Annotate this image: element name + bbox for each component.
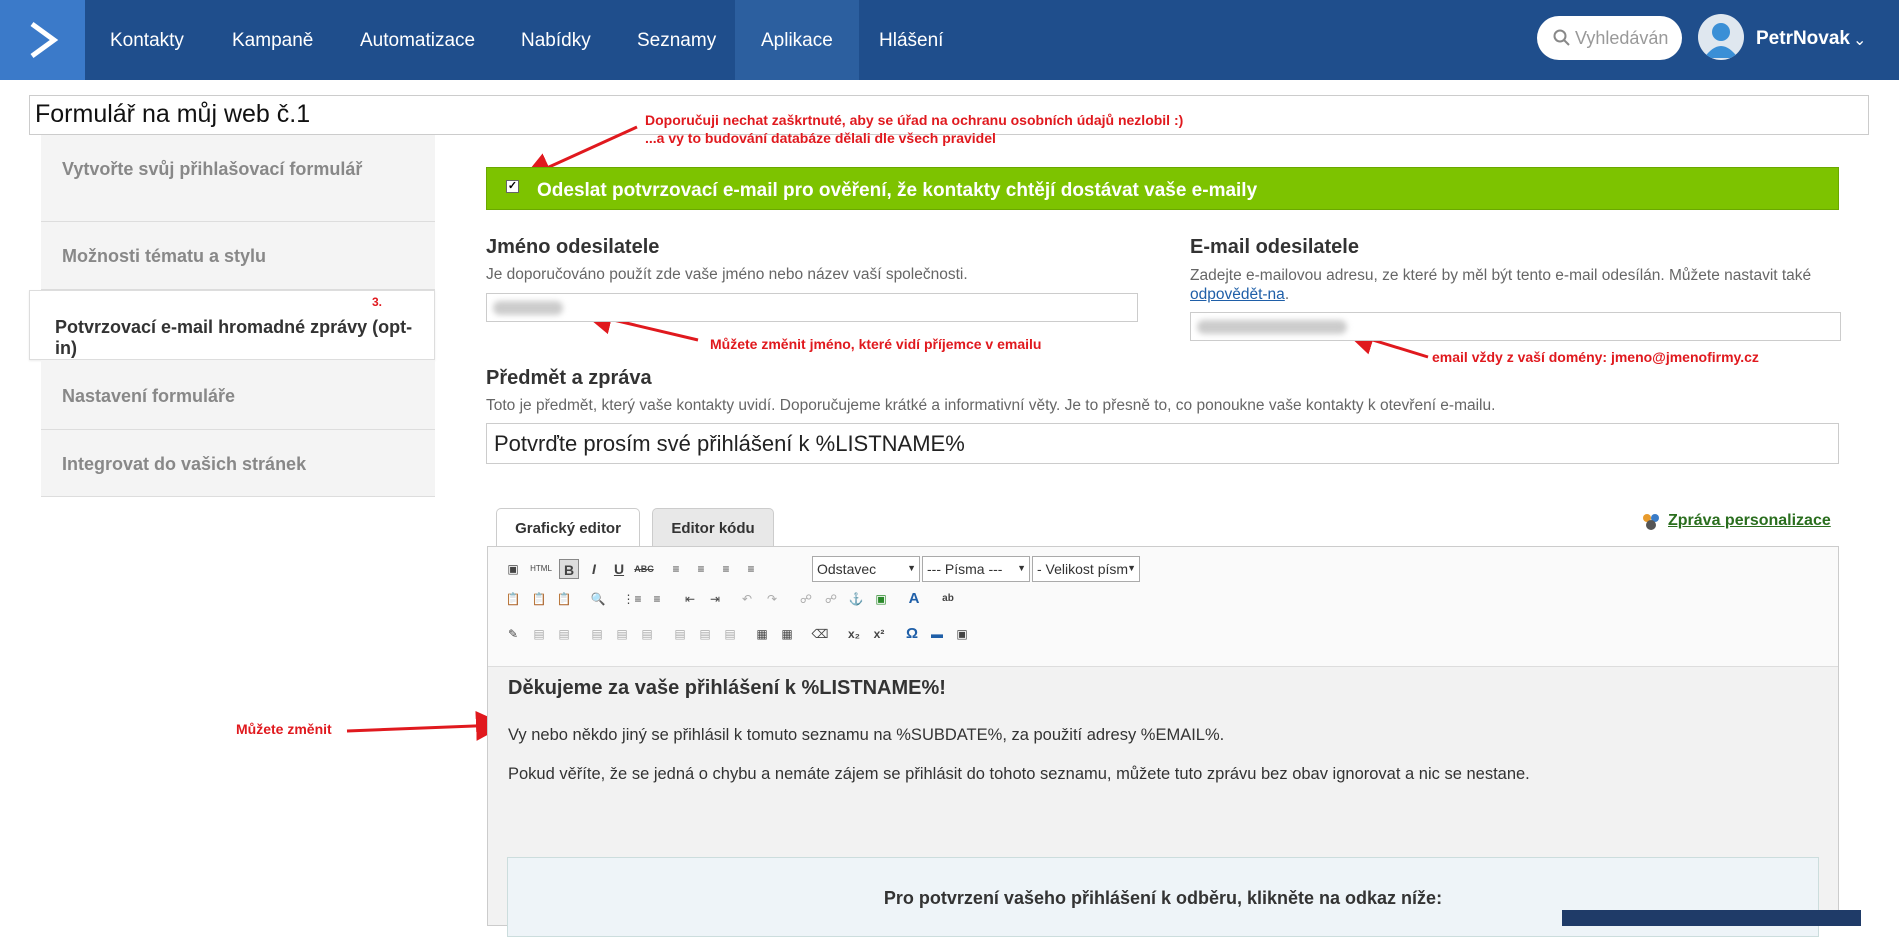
tab-code-editor[interactable]: Editor kódu xyxy=(652,508,774,547)
optin-checkbox[interactable]: ✓ xyxy=(506,180,519,193)
edit-css-icon[interactable]: ✎ xyxy=(503,624,523,644)
sender-email-input[interactable] xyxy=(1190,312,1841,341)
table-props-icon[interactable]: ▦ xyxy=(777,624,797,644)
cell-icon[interactable]: ▤ xyxy=(529,624,549,644)
html-icon[interactable]: HTML xyxy=(529,559,553,579)
table-icon[interactable]: ▦ xyxy=(752,624,772,644)
size-select[interactable]: - Velikost písm ▼ xyxy=(1032,556,1140,582)
cell-props-icon[interactable]: ▤ xyxy=(554,624,574,644)
superscript-icon[interactable]: x² xyxy=(869,624,889,644)
subscript-icon[interactable]: x₂ xyxy=(844,624,864,644)
find-icon[interactable]: 🔍 xyxy=(588,589,608,609)
unlink-icon[interactable]: ☍ xyxy=(821,589,841,609)
tab-visual-editor[interactable]: Grafický editor xyxy=(496,508,640,548)
align-center-icon[interactable]: ≡ xyxy=(691,559,711,579)
blurred-value xyxy=(493,301,563,315)
reply-to-link[interactable]: odpovědět-na xyxy=(1190,286,1285,303)
link-icon[interactable]: ☍ xyxy=(796,589,816,609)
image-icon[interactable]: ▣ xyxy=(871,589,891,609)
blurred-value xyxy=(1197,320,1347,334)
bullet-list-icon[interactable]: ⋮≡ xyxy=(622,589,642,609)
optin-label: Odeslat potvrzovací e-mail pro ověření, … xyxy=(537,180,1258,201)
underline-icon[interactable]: U xyxy=(609,559,629,579)
align-right-icon[interactable]: ≡ xyxy=(716,559,736,579)
font-select[interactable]: --- Písma --- ▼ xyxy=(922,556,1030,582)
editor-toolbar: ▣ HTML B I U ABC ≡ ≡ ≡ ≡ Odstavec ▼ --- … xyxy=(488,547,1838,667)
sender-name-input[interactable] xyxy=(486,293,1138,322)
subject-desc: Toto je předmět, který vaše kontakty uvi… xyxy=(486,397,1496,414)
indent-icon[interactable]: ⇥ xyxy=(705,589,725,609)
highlight-color-icon[interactable]: ab xyxy=(938,589,958,609)
paste-icon[interactable]: 📋 xyxy=(503,589,523,609)
bold-icon[interactable]: B xyxy=(559,559,579,579)
row-before-icon[interactable]: ▤ xyxy=(587,624,607,644)
special-char-icon[interactable]: Ω xyxy=(902,624,922,644)
optin-checkbox-bar[interactable]: ✓ Odeslat potvrzovací e-mail pro ověření… xyxy=(486,167,1839,210)
chat-widget[interactable] xyxy=(1562,910,1861,926)
redo-icon[interactable]: ↷ xyxy=(762,589,782,609)
message-editor[interactable]: ▣ HTML B I U ABC ≡ ≡ ≡ ≡ Odstavec ▼ --- … xyxy=(487,546,1839,937)
align-justify-icon[interactable]: ≡ xyxy=(741,559,761,579)
sender-name-label: Jméno odesilatele xyxy=(486,236,660,258)
subject-label: Předmět a zpráva xyxy=(486,367,652,389)
message-heading: Děkujeme za vaše přihlášení k %LISTNAME%… xyxy=(508,677,946,699)
paste-text-icon[interactable]: 📋 xyxy=(529,589,549,609)
sender-email-desc: Zadejte e-mailovou adresu, ze které by m… xyxy=(1190,267,1812,303)
align-left-icon[interactable]: ≡ xyxy=(666,559,686,579)
outdent-icon[interactable]: ⇤ xyxy=(680,589,700,609)
col-after-icon[interactable]: ▤ xyxy=(695,624,715,644)
col-before-icon[interactable]: ▤ xyxy=(670,624,690,644)
delete-col-icon[interactable]: ▤ xyxy=(720,624,740,644)
paste-word-icon[interactable]: 📋 xyxy=(554,589,574,609)
delete-row-icon[interactable]: ▤ xyxy=(637,624,657,644)
confirm-text: Pro potvrzení vašeho přihlášení k odběru… xyxy=(883,888,1443,908)
horizontal-rule-icon[interactable]: ▬ xyxy=(927,624,947,644)
italic-icon[interactable]: I xyxy=(584,559,604,579)
personalize-icon xyxy=(1643,514,1659,530)
anchor-icon[interactable]: ⚓ xyxy=(846,589,866,609)
subject-input[interactable]: Potvrďte prosím své přihlášení k %LISTNA… xyxy=(486,423,1839,464)
row-after-icon[interactable]: ▤ xyxy=(612,624,632,644)
eraser-icon[interactable]: ⌫ xyxy=(810,624,830,644)
personalize-link[interactable]: Zpráva personalizace xyxy=(1640,510,1831,532)
strikethrough-icon[interactable]: ABC xyxy=(634,559,654,579)
undo-icon[interactable]: ↶ xyxy=(737,589,757,609)
sender-email-label: E-mail odesilatele xyxy=(1190,236,1359,258)
format-select[interactable]: Odstavec ▼ xyxy=(812,556,920,582)
message-content[interactable]: Děkujeme za vaše přihlášení k %LISTNAME%… xyxy=(508,677,1828,784)
fullscreen-icon[interactable]: ▣ xyxy=(952,624,972,644)
message-paragraph: Vy nebo někdo jiný se přihlásil k tomuto… xyxy=(508,726,1225,744)
text-color-icon[interactable]: A xyxy=(904,589,924,609)
preview-icon[interactable]: ▣ xyxy=(503,559,523,579)
numbered-list-icon[interactable]: ≡ xyxy=(647,589,667,609)
sender-name-desc: Je doporučováno použít zde vaše jméno ne… xyxy=(486,266,968,283)
message-paragraph: Pokud věříte, že se jedná o chybu a nemá… xyxy=(508,765,1530,783)
